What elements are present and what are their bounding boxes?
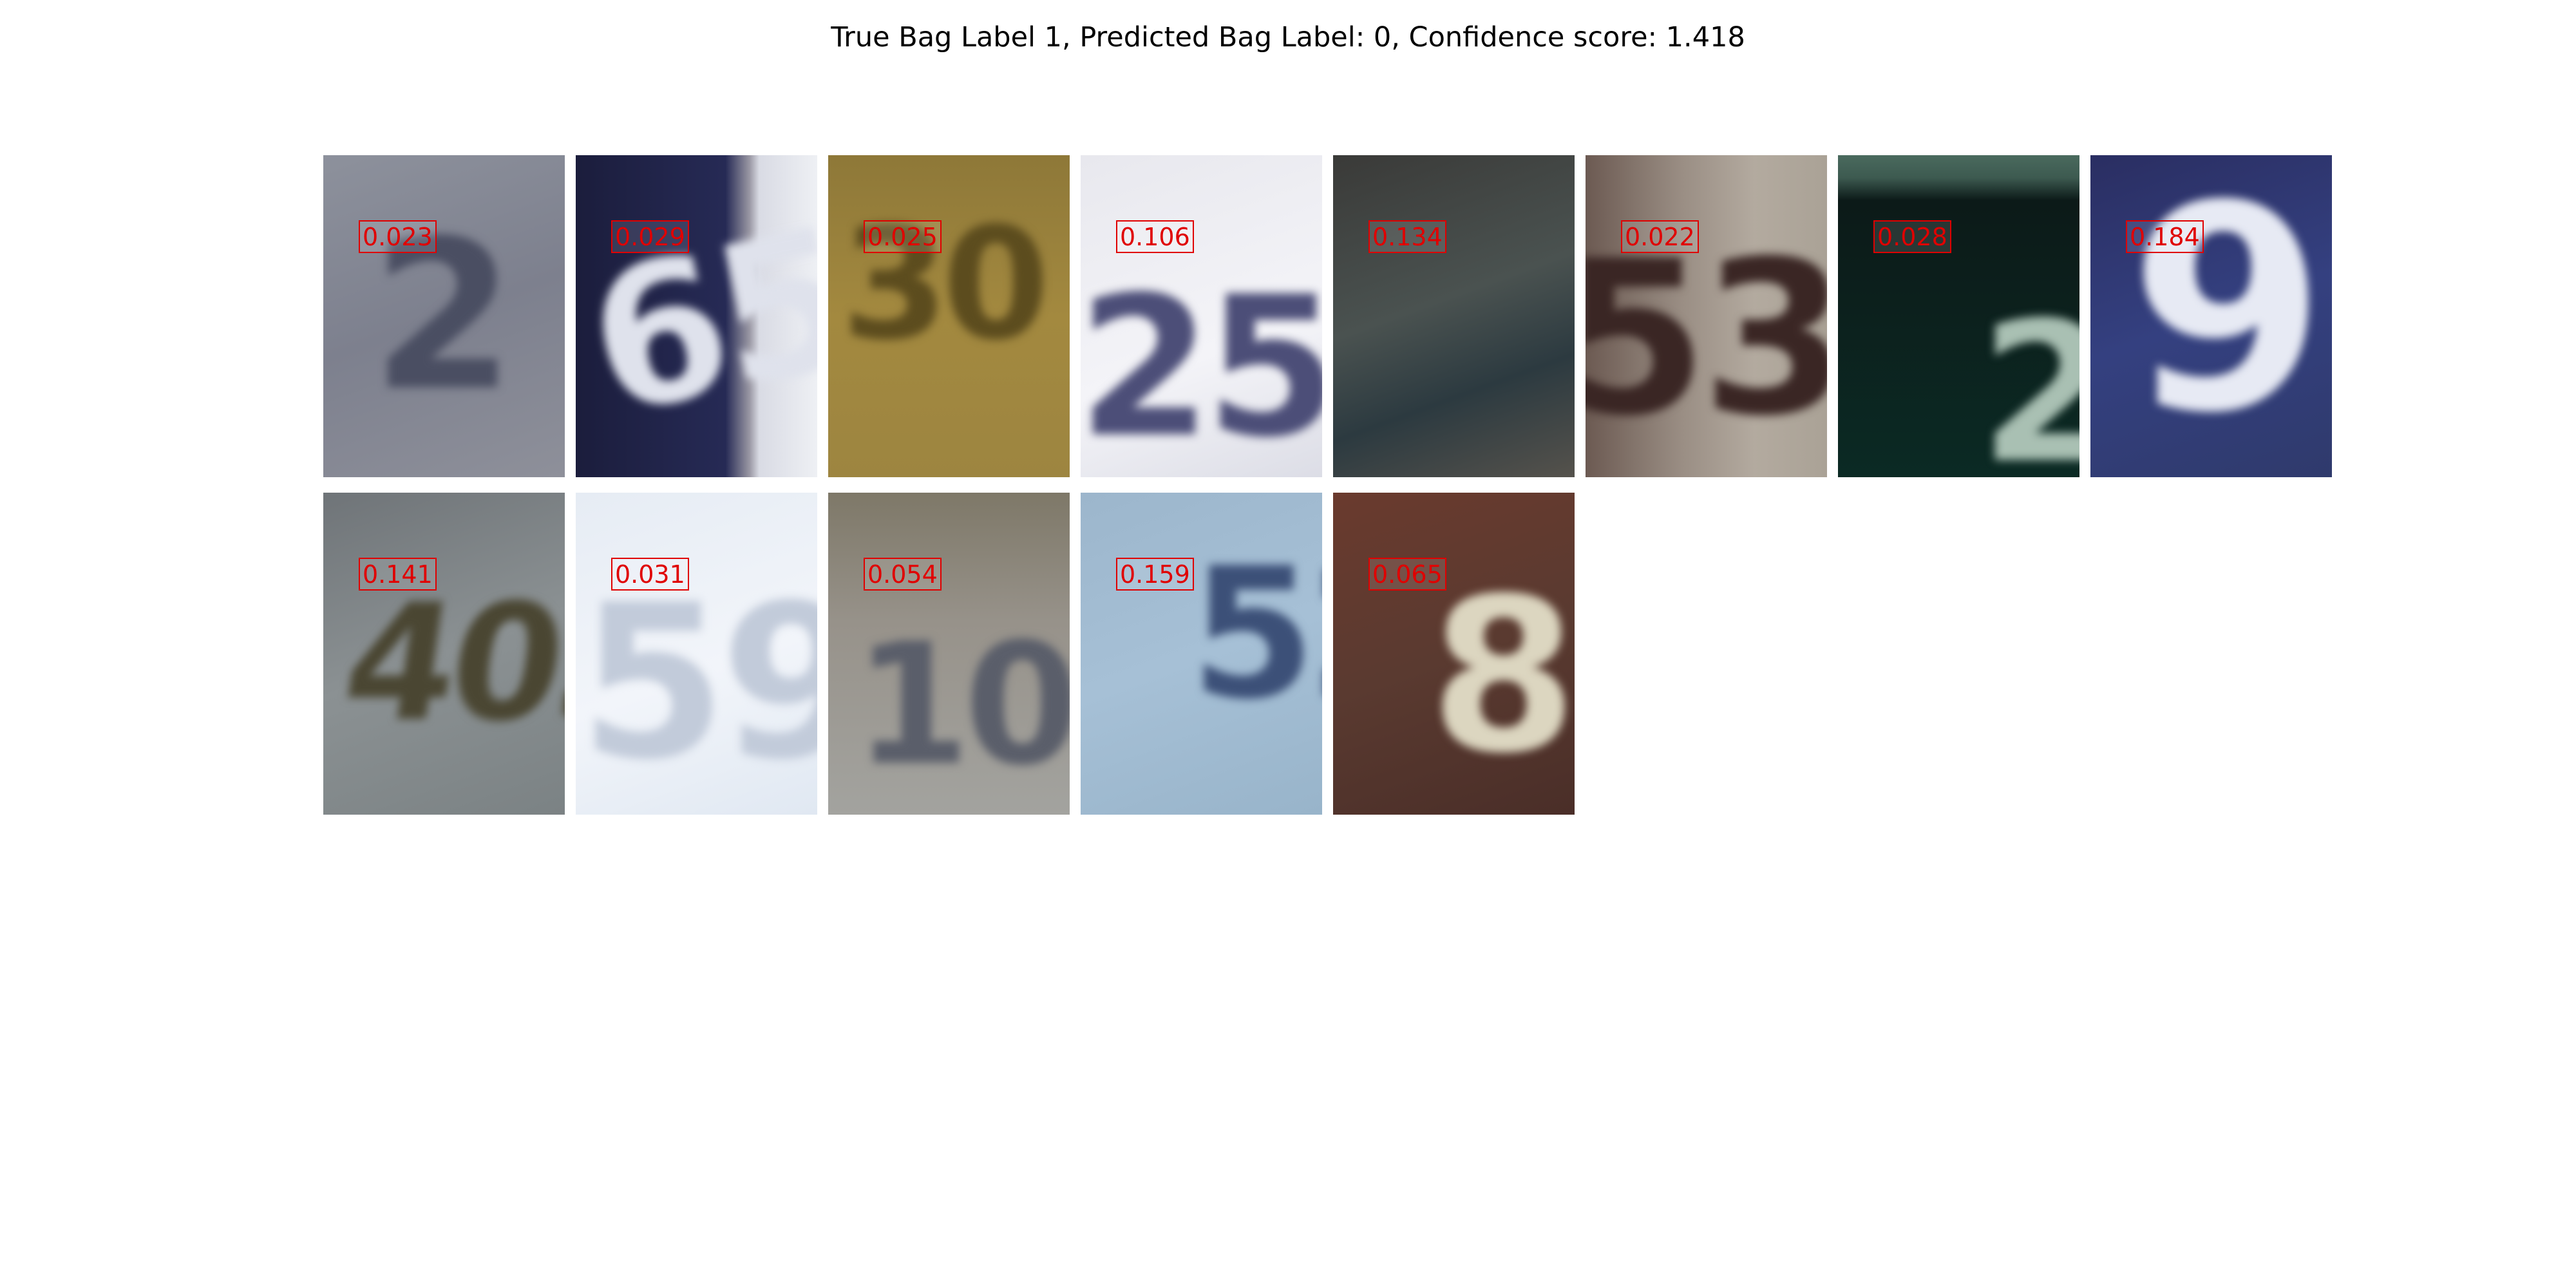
instance-image-12: 52 0.159 — [1081, 493, 1322, 815]
instance-image-9: 405 0.141 — [323, 493, 565, 815]
digit-shape: 52 — [1190, 529, 1322, 739]
instance-image-11: 10 0.054 — [828, 493, 1070, 815]
instance-image-background — [1333, 155, 1575, 477]
digit-shape: 2 — [1980, 281, 2079, 478]
instance-image-4: 25 0.106 — [1081, 155, 1322, 477]
attention-score-box: 0.031 — [611, 558, 689, 591]
attention-score-box: 0.184 — [2126, 220, 2204, 253]
attention-score-box: 0.054 — [864, 558, 942, 591]
instance-image-13: 85 0.065 — [1333, 493, 1575, 815]
instance-image-5: 0.134 — [1333, 155, 1575, 477]
attention-score-box: 0.029 — [611, 220, 689, 253]
instance-image-3: 30 0.025 — [828, 155, 1070, 477]
figure-title: True Bag Label 1, Predicted Bag Label: 0… — [831, 21, 1745, 53]
digit-shape: 85 — [1430, 553, 1575, 800]
instance-image-10: 59 0.031 — [576, 493, 817, 815]
instance-image-2: 65 0.029 — [576, 155, 817, 477]
digit-shape: 10 — [854, 608, 1070, 802]
attention-score-box: 0.134 — [1368, 220, 1446, 253]
attention-score-box: 0.025 — [864, 220, 942, 253]
instance-image-8: 9 0.184 — [2090, 155, 2332, 477]
attention-score-box: 0.022 — [1621, 220, 1699, 253]
digit-shape: 25 — [1081, 255, 1322, 477]
instance-image-6: 53 0.022 — [1586, 155, 1827, 477]
digit-shape: 9 — [2129, 155, 2326, 475]
attention-score-box: 0.159 — [1116, 558, 1194, 591]
attention-score-box: 0.028 — [1873, 220, 1951, 253]
attention-score-box: 0.023 — [359, 220, 437, 253]
attention-score-box: 0.106 — [1116, 220, 1194, 253]
digit-shape: 53 — [1586, 215, 1827, 462]
digit-shape: 59 — [579, 559, 817, 806]
attention-score-box: 0.141 — [359, 558, 437, 591]
attention-score-box: 0.065 — [1368, 558, 1446, 591]
digit-shape: 405 — [332, 569, 565, 757]
instance-image-7: 2 0.028 — [1838, 155, 2079, 477]
instance-image-1: 2 0.023 — [323, 155, 565, 477]
